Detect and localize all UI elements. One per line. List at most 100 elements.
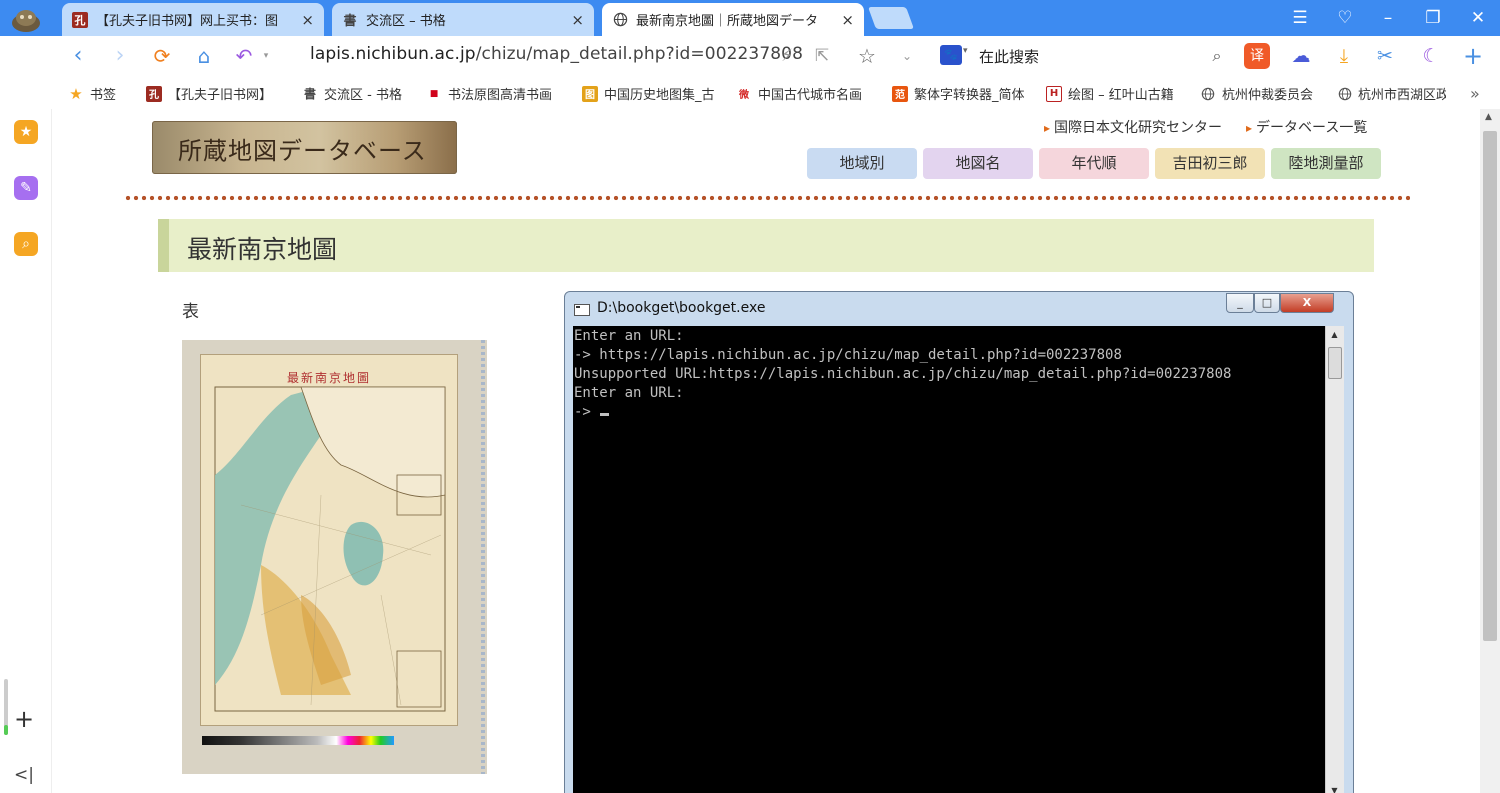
address-bar[interactable]: lapis.nichibun.ac.jp/chizu/map_detail.ph…	[310, 44, 803, 64]
bookmark-item[interactable]: 图 中国历史地图集_古	[582, 84, 715, 103]
bookmarks-bar: ★ 书签 孔 【孔夫子旧书网】 書 交流区 - 书格 ■ 书法原图高清书画 图 …	[52, 76, 1500, 109]
forward-button[interactable]: ›	[106, 42, 134, 70]
reload-button[interactable]: ⟳	[148, 42, 176, 70]
new-tab-button[interactable]	[867, 7, 915, 29]
category-era-button[interactable]: 年代順	[1039, 148, 1149, 179]
search-icon[interactable]: ⌕	[1204, 43, 1230, 69]
tab-title: 交流区 – 书格	[366, 14, 446, 29]
scroll-indicator	[4, 679, 8, 735]
kongfz-favicon-icon: 孔	[72, 11, 88, 28]
console-prompt-line: ->	[574, 403, 1231, 422]
weibo-icon: 微	[739, 90, 749, 101]
paw-icon[interactable]: 🐾	[940, 45, 962, 65]
calligraphy-icon: ■	[429, 88, 439, 99]
link-database-list[interactable]: データベース一覧	[1246, 117, 1367, 137]
side-label: 表	[182, 302, 199, 322]
console-close-button[interactable]: X	[1280, 293, 1334, 313]
search-sidebar-icon[interactable]: ⌕	[14, 232, 38, 256]
share-icon[interactable]: ⇱	[810, 44, 834, 68]
tab-close-icon[interactable]: ×	[841, 11, 854, 29]
add-icon[interactable]: +	[1460, 43, 1486, 69]
bookmark-label: 交流区 - 书格	[324, 88, 402, 103]
bookmark-label: 【孔夫子旧书网】	[168, 88, 273, 103]
link-nichibun[interactable]: 国際日本文化研究センター	[1044, 117, 1222, 137]
menu-icon[interactable]: ☰	[1287, 6, 1313, 30]
scroll-up-icon[interactable]: ▲	[1326, 326, 1343, 343]
favorites-icon[interactable]: ★	[14, 120, 38, 144]
bookmark-item[interactable]: 杭州市西湖区政	[1338, 84, 1446, 103]
dropdown-chevron-icon[interactable]: ⌄	[895, 44, 919, 68]
dotted-divider	[124, 195, 1410, 201]
site-logo[interactable]: 所蔵地図データベース	[152, 121, 457, 174]
bookmark-item[interactable]: 微 中国古代城市名画	[736, 84, 862, 103]
bookmark-item[interactable]: 孔 【孔夫子旧书网】	[146, 84, 272, 103]
star-icon: ★	[69, 84, 83, 103]
console-prompt: ->	[574, 404, 600, 420]
add-sidebar-icon[interactable]: +	[14, 705, 34, 733]
site-logo-text: 所蔵地図データベース	[178, 137, 427, 165]
address-host: lapis.nichibun.ac.jp	[310, 44, 476, 64]
globe-icon	[612, 12, 628, 28]
bookmark-star-icon[interactable]: ☆	[855, 44, 879, 68]
console-minimize-button[interactable]: _	[1226, 293, 1254, 313]
translate-icon[interactable]: 译	[1244, 43, 1270, 69]
category-survey-button[interactable]: 陸地測量部	[1271, 148, 1381, 179]
undo-close-caret-icon[interactable]: ▾	[252, 42, 280, 70]
category-yoshida-button[interactable]: 吉田初三郎	[1155, 148, 1265, 179]
category-region-button[interactable]: 地域別	[807, 148, 917, 179]
restore-button[interactable]: ❐	[1420, 6, 1446, 30]
bookmark-item[interactable]: 杭州仲裁委员会	[1200, 84, 1313, 103]
console-scrollbar[interactable]: ▲ ▼	[1325, 326, 1344, 793]
text-cursor	[600, 413, 610, 416]
scroll-down-icon[interactable]: ▼	[1326, 782, 1343, 793]
tab-close-icon[interactable]: ×	[571, 11, 584, 29]
tab-shuge[interactable]: 書 交流区 – 书格 ×	[332, 3, 594, 36]
console-maximize-button[interactable]: □	[1254, 293, 1280, 313]
search-engine-caret-icon[interactable]: ▾	[963, 46, 968, 56]
navigation-bar: ‹ › ⟳ ⌂ ↶ ▾ lapis.nichibun.ac.jp/chizu/m…	[52, 36, 1500, 76]
search-input[interactable]: 在此搜索	[979, 46, 1039, 67]
console-scroll-thumb[interactable]	[1328, 347, 1342, 379]
bookmark-item[interactable]: ■ 书法原图高清书画	[426, 84, 552, 103]
bookmark-item[interactable]: H 绘图 – 红叶山古籍	[1046, 84, 1174, 103]
console-titlebar[interactable]: D:\bookget\bookget.exe _ □ X	[565, 292, 1353, 326]
bookmark-label: 杭州市西湖区政	[1358, 88, 1446, 103]
console-text: Enter an URL: -> https://lapis.nichibun.a…	[574, 327, 1231, 422]
page-scrollbar[interactable]: ▲	[1480, 109, 1500, 793]
color-calibration-bar	[202, 736, 394, 745]
skin-icon[interactable]: ♡	[1332, 6, 1358, 30]
cloud-icon[interactable]: ☁	[1288, 43, 1314, 69]
minimize-button[interactable]: –	[1375, 6, 1401, 30]
console-output[interactable]: Enter an URL: -> https://lapis.nichibun.a…	[573, 326, 1325, 793]
bookmark-label: 书法原图高清书画	[448, 88, 553, 103]
shuge-icon: 書	[303, 87, 316, 101]
category-map-name-button[interactable]: 地図名	[923, 148, 1033, 179]
console-line: Enter an URL:	[574, 385, 684, 401]
bookmarks-more-icon[interactable]: »	[1470, 84, 1480, 103]
back-button[interactable]: ‹	[64, 42, 92, 70]
night-mode-icon[interactable]: ☾	[1418, 43, 1444, 69]
tab-kongfz[interactable]: 孔 【孔夫子旧书网】网上买书：图 ×	[62, 3, 324, 36]
bookmark-item[interactable]: 范 繁体字转换器_简体	[892, 84, 1025, 103]
bookmark-item[interactable]: 書 交流区 - 书格	[302, 84, 402, 103]
close-window-button[interactable]: ✕	[1465, 6, 1491, 30]
notes-icon[interactable]: ✎	[14, 176, 38, 200]
download-icon[interactable]: ⤓	[1331, 43, 1357, 69]
console-line: Enter an URL:	[574, 328, 684, 344]
tab-nichibun-map[interactable]: 最新南京地圖｜所蔵地図データ ×	[602, 3, 864, 36]
tab-close-icon[interactable]: ×	[301, 11, 314, 29]
map-thumbnail[interactable]: 最新南京地圖	[182, 340, 487, 774]
tab-bar: 孔 【孔夫子旧书网】网上买书：图 × 書 交流区 – 书格 × 最新南京地圖｜所…	[0, 0, 1500, 36]
browser-logo-icon[interactable]	[10, 7, 42, 33]
console-window[interactable]: D:\bookget\bookget.exe _ □ X Enter an UR…	[564, 291, 1354, 793]
scissors-icon[interactable]: ✂	[1372, 43, 1398, 69]
collapse-sidebar-icon[interactable]: <|	[14, 765, 34, 785]
converter-icon: 范	[892, 85, 908, 102]
page-scroll-thumb[interactable]	[1483, 131, 1497, 641]
bookmark-folder[interactable]: ★ 书签	[68, 84, 116, 104]
console-line: -> https://lapis.nichibun.ac.jp/chizu/ma…	[574, 347, 1122, 363]
scroll-up-icon[interactable]: ▲	[1485, 112, 1492, 122]
map-sheet: 最新南京地圖	[200, 354, 458, 726]
home-button[interactable]: ⌂	[190, 42, 218, 70]
lightning-icon[interactable]: ⚡	[775, 44, 799, 68]
